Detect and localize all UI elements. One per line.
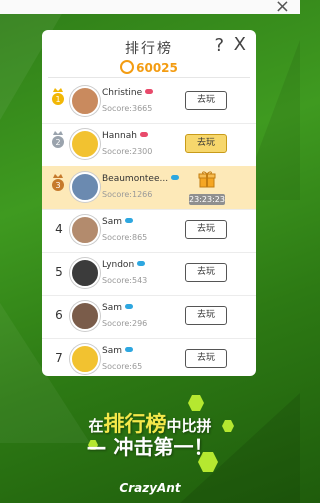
player-score: Socore:1266 xyxy=(102,190,153,199)
leaderboard-panel: 排行榜 ? X 60025 1 Christine Socore:3665 去玩 2 Ha… xyxy=(42,30,256,376)
svg-text:1: 1 xyxy=(55,95,60,104)
player-score: Socore:543 xyxy=(102,276,148,285)
coin-balance: 60025 xyxy=(42,60,256,75)
rank-medal-icon: 1 xyxy=(51,87,65,107)
player-name: Sam xyxy=(102,217,133,227)
avatar xyxy=(70,344,100,374)
player-name: Lyndon xyxy=(102,260,146,270)
slogan-line-2: — 冲击第一！ xyxy=(86,435,214,459)
play-button[interactable]: 去玩 xyxy=(185,306,227,325)
coin-icon xyxy=(120,60,135,74)
leaderboard-row: 7 Sam Socore:65 去玩 xyxy=(42,338,256,376)
avatar xyxy=(70,215,100,245)
leaderboard-row: 2 Hannah Socore:2300 去玩 xyxy=(42,123,256,167)
window-close-button[interactable]: × xyxy=(275,0,290,16)
player-name-text: Beaumontee... xyxy=(102,174,169,184)
divider xyxy=(48,77,250,78)
cap-icon xyxy=(125,347,133,352)
player-name: Hannah xyxy=(102,131,148,141)
player-name-text: Hannah xyxy=(102,131,137,141)
player-score: Socore:865 xyxy=(102,233,148,242)
rank-medal-icon: 3 xyxy=(51,173,65,193)
player-score: Socore:2300 xyxy=(102,147,153,156)
leaderboard-row: 5 Lyndon Socore:543 去玩 xyxy=(42,252,256,296)
avatar xyxy=(70,258,100,288)
play-button[interactable]: 去玩 xyxy=(185,263,227,282)
cap-icon xyxy=(125,218,133,223)
coin-amount: 60025 xyxy=(136,61,178,75)
cap-icon xyxy=(137,261,146,266)
rank-number: 4 xyxy=(55,222,63,236)
cap-icon xyxy=(171,175,180,180)
leaderboard-row: 6 Sam Socore:296 去玩 xyxy=(42,295,256,339)
player-name-text: Sam xyxy=(102,346,122,356)
cap-icon xyxy=(125,304,133,309)
player-score: Socore:3665 xyxy=(102,104,153,113)
gift-timer: 23:23:23 xyxy=(189,194,225,205)
rank-number: 7 xyxy=(55,351,63,365)
rank-number: 6 xyxy=(55,308,63,322)
player-name: Sam xyxy=(102,303,133,313)
svg-text:2: 2 xyxy=(55,138,60,147)
avatar xyxy=(70,86,100,116)
player-name-text: Sam xyxy=(102,217,122,227)
player-name-text: Christine xyxy=(102,88,143,98)
svg-text:3: 3 xyxy=(55,181,60,190)
player-name: Sam xyxy=(102,346,133,356)
rank-medal-icon: 2 xyxy=(51,130,65,150)
rank-number: 5 xyxy=(55,265,63,279)
ranking-list[interactable]: 1 Christine Socore:3665 去玩 2 Hannah Socore:230… xyxy=(42,80,256,376)
gift-icon[interactable] xyxy=(198,170,216,188)
avatar xyxy=(70,172,100,202)
bow-icon xyxy=(145,89,154,94)
play-button[interactable]: 去玩 xyxy=(185,134,227,153)
play-button[interactable]: 去玩 xyxy=(185,91,227,110)
leaderboard-row: 4 Sam Socore:865 去玩 xyxy=(42,209,256,253)
player-name-text: Sam xyxy=(102,303,122,313)
player-name: Christine xyxy=(102,88,154,98)
bow-icon xyxy=(139,132,148,137)
player-score: Socore:65 xyxy=(102,362,143,371)
brand-logo: CrazyAnt xyxy=(119,481,181,495)
avatar xyxy=(70,301,100,331)
panel-close-button[interactable]: X xyxy=(234,34,246,55)
avatar xyxy=(70,129,100,159)
leaderboard-row: 1 Christine Socore:3665 去玩 xyxy=(42,80,256,124)
player-score: Socore:296 xyxy=(102,319,148,328)
player-name: Beaumontee... xyxy=(102,174,180,184)
play-button[interactable]: 去玩 xyxy=(185,349,227,368)
player-name-text: Lyndon xyxy=(102,260,135,270)
help-button[interactable]: ? xyxy=(214,35,224,56)
play-button[interactable]: 去玩 xyxy=(185,220,227,239)
leaderboard-row: 3 Beaumontee... Socore:1266 23:23:23 xyxy=(42,166,256,210)
top-bar xyxy=(0,0,300,14)
